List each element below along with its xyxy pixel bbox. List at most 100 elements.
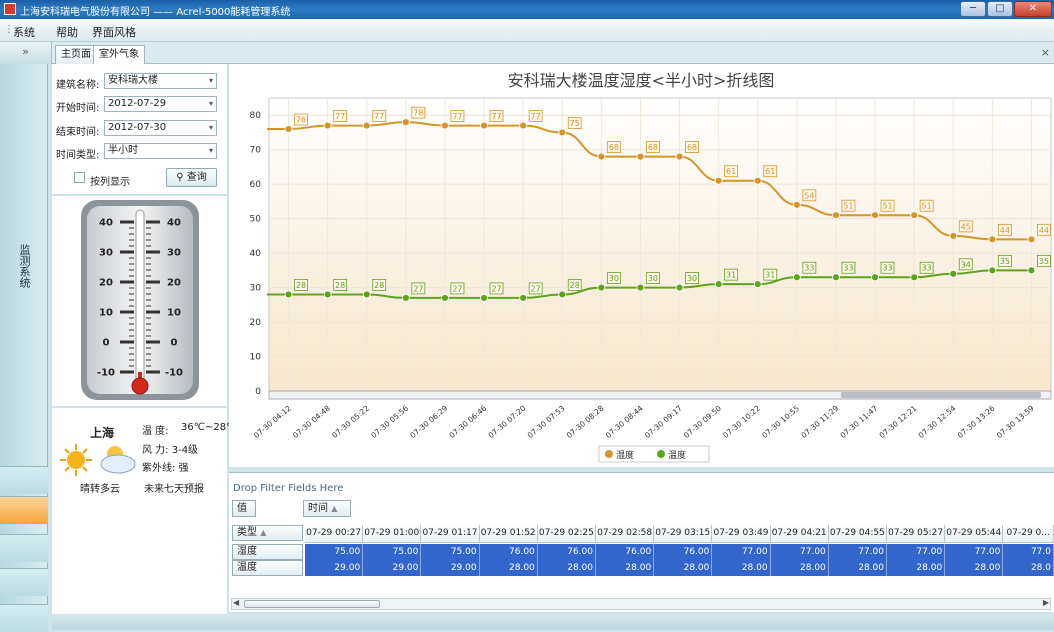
data-point[interactable] (988, 266, 997, 275)
query-button[interactable]: ⚲ 查询 (166, 168, 217, 187)
row-header[interactable]: 湿度 (232, 544, 303, 560)
menu-item-system[interactable]: 系统 (13, 24, 35, 40)
drop-filter-area[interactable]: Drop Filter Fields Here (233, 483, 343, 494)
scroll-left-icon[interactable]: ◀ (233, 598, 239, 607)
data-point[interactable] (714, 280, 723, 289)
column-header[interactable]: 07-29 04:21 (770, 525, 829, 543)
nav-button-5[interactable] (0, 604, 48, 632)
column-header[interactable]: 07-29 0... (1003, 525, 1054, 543)
row-header[interactable]: 温度 (232, 560, 303, 576)
data-point[interactable] (362, 121, 371, 130)
grid-cell[interactable]: 77.00 (712, 544, 771, 560)
data-point[interactable] (832, 273, 840, 282)
column-display-checkbox[interactable] (74, 172, 85, 183)
data-point[interactable] (949, 269, 958, 278)
grid-cell[interactable]: 77.00 (887, 544, 946, 560)
data-point[interactable] (910, 211, 919, 220)
grid-cell[interactable]: 28.00 (654, 560, 713, 576)
data-point[interactable] (792, 273, 801, 282)
grid-cell[interactable]: 77.00 (945, 544, 1004, 560)
column-header[interactable]: 07-29 05:27 (887, 525, 946, 543)
forecast-link[interactable]: 未来七天预报 (144, 480, 204, 495)
data-point[interactable] (675, 283, 684, 292)
type-field-button[interactable]: 类型 ▲ (232, 525, 303, 541)
grid-cell[interactable]: 76.00 (654, 544, 713, 560)
grid-cell[interactable]: 77.0 (1003, 544, 1054, 560)
time-type-select[interactable]: 半小时 ▾ (104, 143, 217, 159)
column-header[interactable]: 07-29 01:52 (479, 525, 538, 543)
data-point[interactable] (949, 231, 958, 240)
data-point[interactable] (519, 121, 528, 130)
data-point[interactable] (636, 283, 645, 292)
nav-section-label[interactable]: 监测系统 (12, 244, 32, 288)
data-point[interactable] (284, 125, 293, 133)
collapse-nav-button[interactable]: » (0, 42, 52, 64)
nav-button-1[interactable] (0, 466, 48, 494)
data-point[interactable] (362, 290, 371, 299)
building-select[interactable]: 安科瑞大楼 ▾ (104, 73, 217, 89)
start-date-picker[interactable]: 2012-07-29 ▾ (104, 96, 217, 112)
column-header[interactable]: 07-29 03:15 (654, 525, 713, 543)
data-point[interactable] (323, 121, 332, 130)
grid-cell[interactable]: 76.00 (537, 544, 596, 560)
grid-cell[interactable]: 77.00 (828, 544, 887, 560)
minimize-button[interactable]: ─ (960, 1, 986, 17)
data-point[interactable] (1027, 235, 1036, 244)
data-point[interactable] (480, 121, 488, 130)
data-point[interactable] (714, 176, 723, 185)
data-point[interactable] (441, 121, 449, 130)
data-point[interactable] (1027, 266, 1036, 275)
nav-button-4[interactable] (0, 568, 48, 596)
column-header[interactable]: 07-29 02:58 (596, 525, 655, 543)
data-point[interactable] (675, 152, 684, 161)
grid-scrollbar[interactable]: ◀ ▶ (231, 598, 1051, 610)
data-point[interactable] (401, 118, 410, 127)
grid-cell[interactable]: 29.00 (363, 560, 422, 576)
tab-outdoor-weather[interactable]: 室外气象 (93, 45, 145, 64)
grid-cell[interactable]: 75.00 (421, 544, 480, 560)
grid-scroll-thumb[interactable] (244, 600, 380, 608)
column-header[interactable]: 07-29 03:49 (712, 525, 771, 543)
tab-home[interactable]: 主页面 (55, 45, 97, 64)
legend-label[interactable]: 湿度 (616, 449, 634, 461)
data-point[interactable] (792, 200, 801, 209)
data-point[interactable] (753, 176, 762, 185)
grid-cell[interactable]: 75.00 (363, 544, 422, 560)
menu-item-help[interactable]: 帮助 (56, 24, 78, 40)
data-point[interactable] (284, 290, 293, 299)
grid-cell[interactable]: 76.00 (596, 544, 655, 560)
data-point[interactable] (597, 283, 606, 292)
grid-cell[interactable]: 28.0 (1003, 560, 1054, 576)
time-field-button[interactable]: 时间 ▲ (303, 500, 351, 517)
column-header[interactable]: 07-29 02:25 (537, 525, 596, 543)
grid-cell[interactable]: 28.00 (479, 560, 538, 576)
grid-cell[interactable]: 28.00 (596, 560, 655, 576)
data-point[interactable] (401, 294, 410, 302)
grid-cell[interactable]: 28.00 (537, 560, 596, 576)
data-point[interactable] (636, 152, 645, 161)
legend-label[interactable]: 温度 (668, 449, 686, 461)
data-point[interactable] (753, 280, 762, 289)
data-point[interactable] (597, 152, 606, 161)
column-header[interactable]: 07-29 04:55 (828, 525, 887, 543)
grid-cell[interactable]: 28.00 (770, 560, 829, 576)
grid-cell[interactable]: 29.00 (421, 560, 480, 576)
maximize-button[interactable]: □ (987, 1, 1013, 17)
grid-cell[interactable]: 29.00 (305, 560, 364, 576)
data-point[interactable] (832, 211, 840, 220)
tab-close-icon[interactable]: × (1041, 46, 1050, 59)
grid-cell[interactable]: 75.00 (305, 544, 364, 560)
grid-cell[interactable]: 28.00 (945, 560, 1004, 576)
close-button[interactable]: ✕ (1014, 1, 1052, 17)
data-point[interactable] (519, 294, 528, 302)
column-header[interactable]: 07-29 01:00 (363, 525, 422, 543)
value-field-button[interactable]: 值 (232, 500, 256, 517)
menu-item-theme[interactable]: 界面风格 (92, 24, 136, 40)
data-point[interactable] (871, 211, 879, 220)
column-header[interactable]: 07-29 05:44 (945, 525, 1004, 543)
data-point[interactable] (988, 235, 997, 244)
nav-button-2[interactable] (0, 496, 48, 524)
grid-cell[interactable]: 28.00 (887, 560, 946, 576)
chart-scroll-thumb[interactable] (841, 392, 1041, 398)
scroll-right-icon[interactable]: ▶ (1043, 598, 1049, 607)
